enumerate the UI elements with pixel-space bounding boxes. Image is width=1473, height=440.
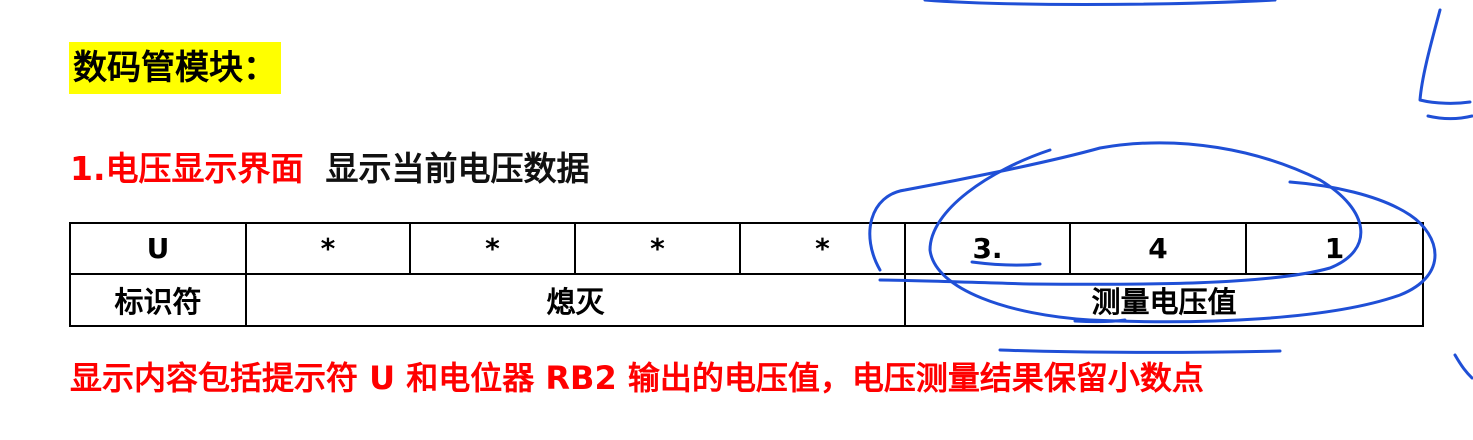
label-row: 标识符 熄灭 测量电压值	[69, 273, 1424, 327]
digit-cell-5: *	[739, 222, 906, 275]
digit-cell-7: 4	[1069, 222, 1247, 275]
pen-underline-note	[998, 348, 1282, 354]
segment-display-table: U * * * * 3. 4 1 标识符 熄灭 测量电压值	[69, 222, 1424, 327]
module-heading: 数码管模块：	[69, 42, 281, 94]
digit-cell-1: U	[69, 222, 247, 275]
off-label: 熄灭	[245, 273, 906, 327]
section-description: 显示当前电压数据	[325, 149, 590, 188]
section-title: 1.电压显示界面	[70, 149, 304, 188]
digit-cell-4: *	[574, 222, 741, 275]
digit-cell-3: *	[409, 222, 576, 275]
digit-cell-2: *	[245, 222, 411, 275]
pen-stroke-top	[923, 0, 1277, 6]
pen-stroke-bracket	[1418, 8, 1472, 105]
measured-voltage-label: 测量电压值	[904, 273, 1424, 327]
pen-stroke-right	[1453, 353, 1473, 380]
display-note: 显示内容包括提示符 U 和电位器 RB2 输出的电压值，电压测量结果保留小数点	[70, 359, 1204, 397]
identifier-label: 标识符	[69, 273, 247, 327]
pen-stroke-tail	[1426, 114, 1473, 121]
digit-row: U * * * * 3. 4 1	[69, 222, 1424, 275]
digit-cell-8: 1	[1245, 222, 1424, 275]
section-heading: 1.电压显示界面 显示当前电压数据	[70, 146, 590, 192]
digit-cell-6: 3.	[904, 222, 1071, 275]
